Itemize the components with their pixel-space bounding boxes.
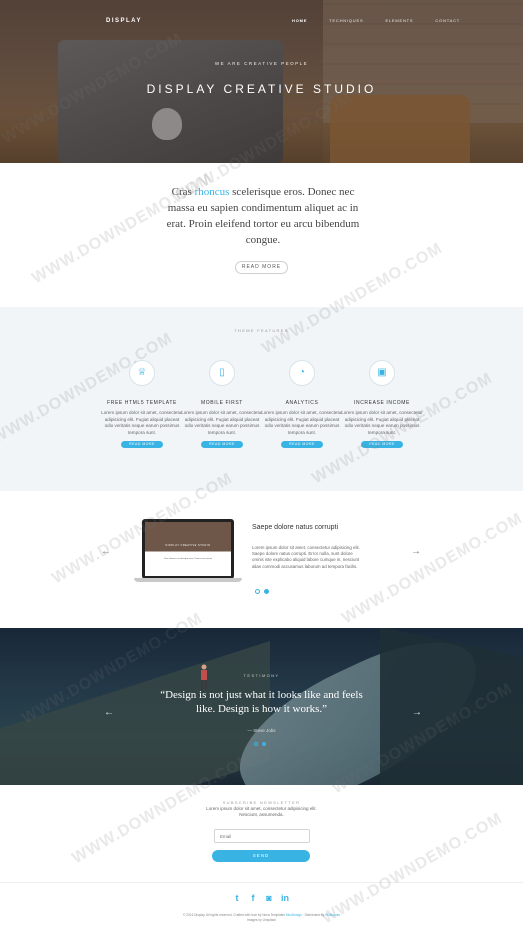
testimonial-kicker: TESTIMONY [243, 673, 280, 678]
copyright-text-2: · Distributed by [301, 913, 326, 917]
pie-chart-icon: ◔ [289, 360, 315, 386]
feature-title: FREE HTML5 TEMPLATE [107, 400, 177, 406]
main-nav: HOME TECHNIQUES ELEMENTS CONTACT [292, 18, 460, 23]
intro-paragraph: Cras rhoncus scelerisque eros. Donec nec… [160, 184, 366, 248]
copyright-link-2[interactable]: W3layouts [325, 913, 340, 917]
social-links: t f ◙ in [233, 893, 290, 903]
slider-dots [255, 589, 269, 594]
monitor-title: DISPLAY CREATIVE STUDIO [165, 544, 211, 547]
brand-logo[interactable]: DISPLAY [106, 18, 142, 24]
feature-read-more-button[interactable]: READ MORE [201, 441, 243, 448]
testimonial-dot-active[interactable] [262, 742, 266, 746]
feature-read-more-button[interactable]: READ MORE [281, 441, 323, 448]
email-field[interactable] [214, 829, 310, 843]
send-button[interactable]: SEND [212, 850, 310, 862]
slide-text: Lorem ipsum dolor sit amet, consectetur … [252, 545, 360, 569]
crown-icon: ♕ [129, 360, 155, 386]
facebook-icon[interactable]: f [249, 893, 257, 903]
nav-home[interactable]: HOME [292, 18, 307, 23]
wallet-icon: ▣ [369, 360, 395, 386]
read-more-button[interactable]: READ MORE [235, 261, 288, 274]
testimonial-next-arrow-icon[interactable]: → [412, 708, 422, 718]
testimonial-dot[interactable] [254, 742, 258, 746]
watermark: WWW.DOWNDEMO.COM [339, 509, 523, 628]
testimonial-dots [254, 742, 266, 746]
features-title: THEME FEATURES [234, 328, 289, 333]
feature-title: INCREASE INCOME [354, 400, 410, 406]
testimonial-quote: “Design is not just what it looks like a… [160, 689, 363, 715]
slider-dot-active[interactable] [264, 589, 269, 594]
linkedin-icon[interactable]: in [281, 893, 289, 903]
nav-contact[interactable]: CONTACT [435, 18, 460, 23]
intro-text-start: Cras [171, 186, 195, 198]
mobile-icon: ▯ [209, 360, 235, 386]
newsletter-text: Lorem ipsum dolor sit amet, consectetur … [206, 806, 317, 817]
feature-text: Lorem ipsum dolor sit amet, consectetur … [181, 410, 263, 435]
feature-card: ▣ INCREASE INCOME Lorem ipsum dolor sit … [337, 360, 427, 448]
slider-dot[interactable] [255, 589, 260, 594]
slider-next-arrow-icon[interactable]: → [411, 547, 421, 557]
feature-title: ANALYTICS [285, 400, 319, 406]
feature-read-more-button[interactable]: READ MORE [121, 441, 163, 448]
intro-highlight: rhoncus [194, 186, 230, 198]
hero-kicker: WE ARE CREATIVE PEOPLE [214, 61, 309, 66]
feature-read-more-button[interactable]: READ MORE [361, 441, 403, 448]
hero-title: DISPLAY CREATIVE STUDIO [146, 82, 377, 96]
nav-elements[interactable]: ELEMENTS [385, 18, 413, 23]
feature-text: Lorem ipsum dolor sit amet, consectetur … [101, 410, 183, 435]
instagram-icon[interactable]: ◙ [265, 893, 273, 903]
nav-techniques[interactable]: TECHNIQUES [329, 18, 363, 23]
feature-text: Lorem ipsum dolor sit amet, consectetur … [261, 410, 343, 435]
slide-title: Saepe dolore natus corrupti [252, 524, 338, 531]
copyright-text: © 2016 Display. All rights reserved. Cra… [183, 913, 286, 917]
footer-divider [0, 882, 523, 883]
newsletter-title: SUBSCRIBE NEWSLETTER [222, 800, 301, 805]
feature-card: ◔ ANALYTICS Lorem ipsum dolor sit amet, … [257, 360, 347, 448]
watermark: WWW.DOWNDEMO.COM [319, 809, 506, 928]
feature-text: Lorem ipsum dolor sit amet, consectetur … [341, 410, 423, 435]
feature-card: ♕ FREE HTML5 TEMPLATE Lorem ipsum dolor … [97, 360, 187, 448]
feature-title: MOBILE FIRST [201, 400, 243, 406]
copyright-link[interactable]: MoxDesign [286, 913, 302, 917]
feature-card: ▯ MOBILE FIRST Lorem ipsum dolor sit ame… [177, 360, 267, 448]
copyright: © 2016 Display. All rights reserved. Cra… [0, 913, 523, 923]
testimonial-author: — Steve Jobs [247, 728, 276, 733]
monitor-stand [134, 578, 242, 582]
monitor-text: Cras rhoncus scelerisque eros. Donec nec… [163, 558, 213, 560]
monitor-mockup-image: DISPLAY CREATIVE STUDIO Cras rhoncus sce… [142, 519, 234, 579]
slider-prev-arrow-icon[interactable]: ← [101, 547, 111, 557]
twitter-icon[interactable]: t [233, 893, 241, 903]
testimonial-prev-arrow-icon[interactable]: ← [104, 708, 114, 718]
image-credit: Images by Unsplash [247, 918, 276, 922]
